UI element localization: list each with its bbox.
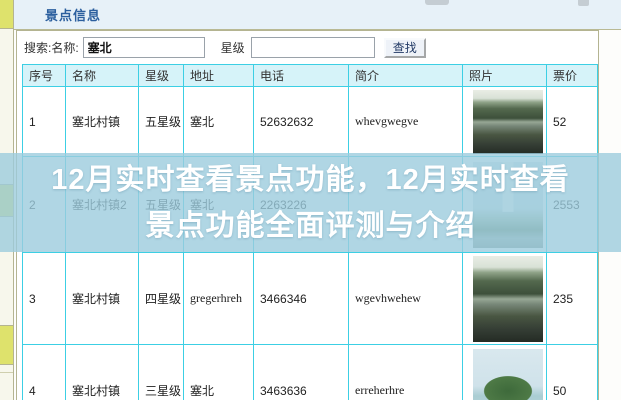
cell-name: 塞北村镇 — [65, 344, 139, 400]
column-header: 星级 — [138, 64, 184, 87]
strip-block — [0, 325, 13, 365]
cell-addr: gregerhreh — [183, 252, 254, 345]
cell-intro: wgevhwehew — [348, 252, 463, 345]
cell-phone: 3466346 — [253, 252, 349, 345]
spot-photo — [472, 255, 543, 342]
window-artifact — [425, 0, 449, 5]
search-name-label: 搜索:名称: — [24, 41, 79, 55]
column-header: 名称 — [65, 64, 139, 87]
cell-phone: 52632632 — [253, 86, 349, 157]
titlebar: 景点信息 — [14, 0, 621, 30]
spot-photo — [472, 89, 543, 154]
cell-phone: 3463636 — [253, 344, 349, 400]
cell-no: 1 — [22, 86, 66, 157]
cell-addr: 塞北 — [183, 86, 254, 157]
cell-name: 塞北村镇 — [65, 252, 139, 345]
cell-star: 三星级 — [138, 344, 184, 400]
table-row[interactable]: 3 塞北村镇 四星级 gregerhreh 3466346 wgevhwehew… — [22, 252, 598, 345]
table-row[interactable]: 1 塞北村镇 五星级 塞北 52632632 whevgwegve 52 — [22, 86, 598, 157]
cell-photo — [462, 86, 547, 157]
spot-photo — [472, 348, 543, 400]
overlay-title-line1: 12月实时查看景点功能，12月实时查看 — [51, 163, 570, 196]
cell-addr: 塞北 — [183, 344, 254, 400]
page-title: 景点信息 — [45, 8, 102, 23]
table-header-row: 序号 名称 星级 地址 电话 简介 照片 票价 — [22, 64, 598, 87]
search-name-input[interactable] — [82, 37, 205, 58]
cell-intro: whevgwegve — [348, 86, 463, 157]
search-star-label: 星级 — [220, 41, 245, 55]
column-header: 地址 — [183, 64, 254, 87]
cell-photo — [462, 252, 547, 345]
cell-price: 235 — [546, 252, 598, 345]
search-button[interactable]: 查找 — [383, 37, 426, 58]
overlay-title-line2: 景点功能全面评测与介绍 — [145, 209, 476, 242]
cell-price: 52 — [546, 86, 598, 157]
cell-intro: erreherhre — [348, 344, 463, 400]
table-row[interactable]: 4 塞北村镇 三星级 塞北 3463636 erreherhre 50 — [22, 344, 598, 400]
column-header: 照片 — [462, 64, 547, 87]
cell-no: 3 — [22, 252, 66, 345]
app-window: 景点信息 搜索:名称: 星级 查找 序号名称星级地址电话简介照片票价 — [0, 0, 621, 400]
strip-divider — [0, 372, 13, 373]
column-header: 票价 — [546, 64, 598, 87]
window-artifact — [578, 0, 589, 6]
search-star-input[interactable] — [250, 37, 375, 58]
column-header: 电话 — [253, 64, 349, 87]
cell-star: 四星级 — [138, 252, 184, 345]
column-header: 简介 — [348, 64, 463, 87]
cell-price: 50 — [546, 344, 598, 400]
cell-name: 塞北村镇 — [65, 86, 139, 157]
cell-star: 五星级 — [138, 86, 184, 157]
strip-block — [0, 0, 13, 29]
search-bar: 搜索:名称: 星级 查找 — [17, 31, 598, 64]
promo-overlay-banner: 12月实时查看景点功能，12月实时查看 景点功能全面评测与介绍 — [0, 153, 621, 252]
column-header: 序号 — [22, 64, 66, 87]
cell-no: 4 — [22, 344, 66, 400]
cell-photo — [462, 344, 547, 400]
